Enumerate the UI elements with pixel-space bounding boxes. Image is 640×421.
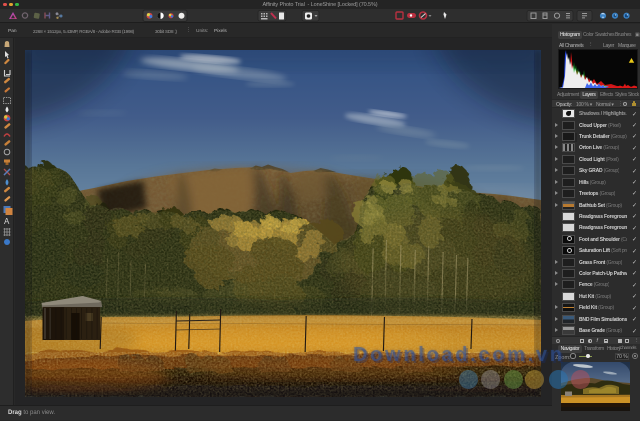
svg-text:A: A bbox=[4, 217, 10, 226]
